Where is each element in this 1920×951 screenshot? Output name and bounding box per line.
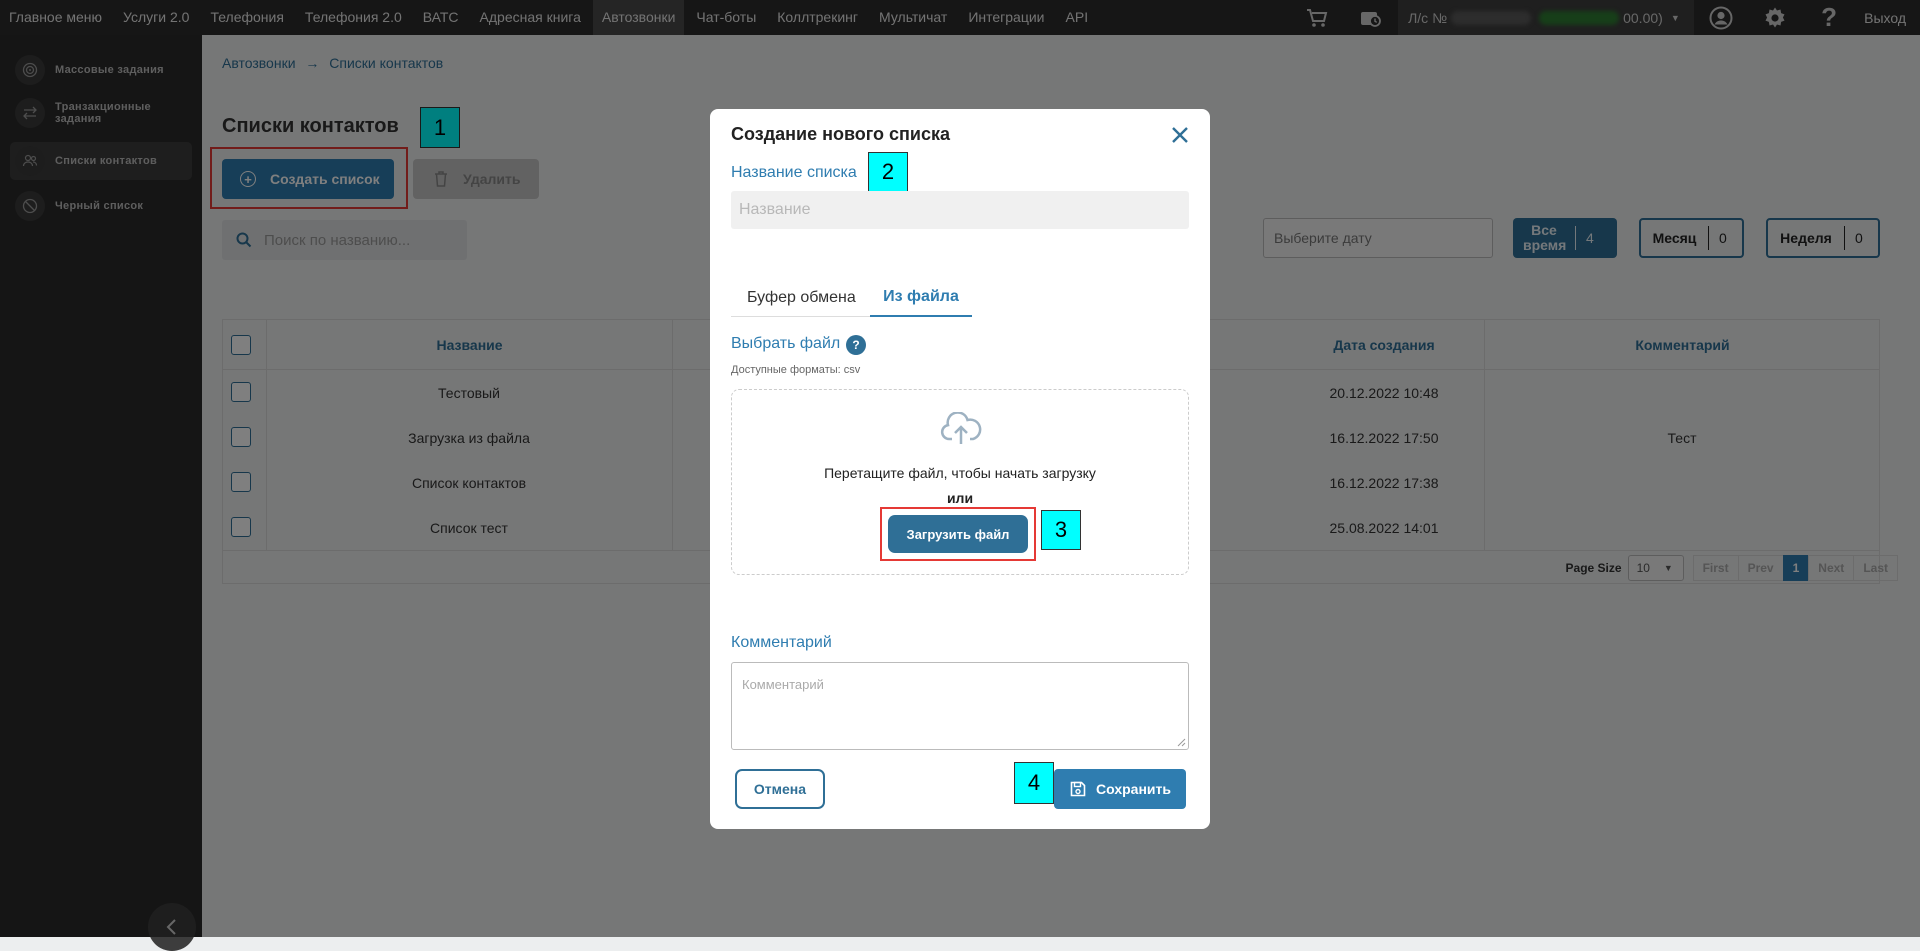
- source-tabs: Буфер обмена Из файла: [731, 279, 1189, 317]
- save-button[interactable]: Сохранить: [1054, 769, 1186, 809]
- available-formats: Доступные форматы: csv: [731, 364, 861, 376]
- callout-4: 4: [1014, 762, 1054, 804]
- list-name-label: Название списка: [731, 164, 857, 181]
- comment-placeholder: Комментарий: [742, 677, 824, 692]
- tab-from-file[interactable]: Из файла: [870, 279, 972, 317]
- tab-clipboard[interactable]: Буфер обмена: [747, 279, 856, 317]
- callout-3: 3: [1041, 510, 1081, 550]
- callout-2: 2: [868, 152, 908, 192]
- cloud-upload-icon: [940, 412, 982, 444]
- help-icon[interactable]: ?: [846, 335, 866, 355]
- resize-handle-icon[interactable]: [1176, 737, 1186, 747]
- floppy-disk-icon: [1070, 781, 1086, 797]
- list-name-input[interactable]: Название: [731, 191, 1189, 229]
- comment-label: Комментарий: [731, 634, 832, 651]
- choose-file-label: Выбрать файл: [731, 335, 841, 352]
- cancel-button[interactable]: Отмена: [735, 769, 825, 809]
- upload-file-button[interactable]: Загрузить файл: [888, 515, 1028, 553]
- or-text: или: [946, 490, 974, 506]
- create-list-dialog: Создание нового списка Название списка 2…: [710, 109, 1210, 829]
- save-label: Сохранить: [1096, 781, 1171, 797]
- comment-textarea[interactable]: Комментарий: [731, 662, 1189, 750]
- file-drop-zone[interactable]: Перетащите файл, чтобы начать загрузку и…: [731, 389, 1189, 575]
- drop-instructions: Перетащите файл, чтобы начать загрузку: [824, 465, 1096, 481]
- dialog-title: Создание нового списка: [731, 124, 951, 144]
- close-icon[interactable]: [1168, 123, 1192, 147]
